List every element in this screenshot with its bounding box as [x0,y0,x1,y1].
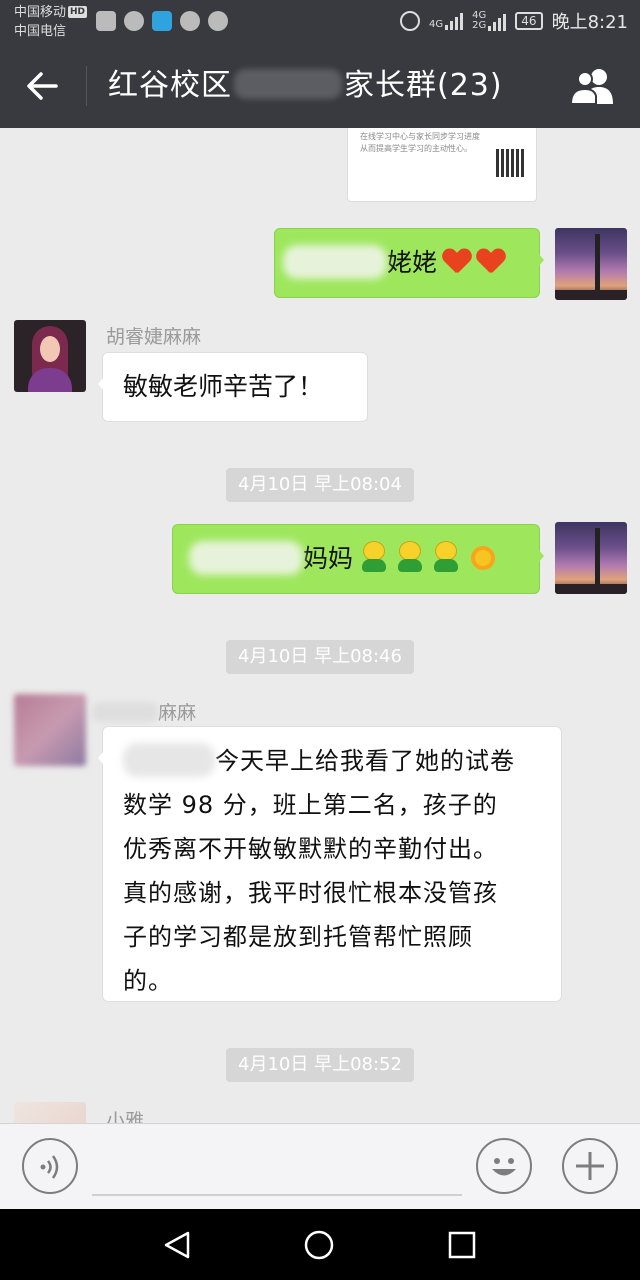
plus-icon[interactable] [562,1138,618,1194]
network-type-3: 2G [472,20,487,31]
message-input[interactable] [92,1194,462,1196]
avatar[interactable] [14,694,86,766]
shared-card[interactable]: 在线学习中心与家长同步学习进度 从而提高学生学习的主动性心。 [347,128,537,202]
avatar[interactable] [555,228,627,300]
card-line: 从而提高学生学习的主动性心。 [360,144,472,153]
status-bar: 中国移动 HD 中国电信 4G 4G 2G 46 晚上8:21 [0,0,640,44]
redacted-region [283,245,387,279]
smiley-emoji-icon [431,541,461,573]
message-text: 今天早上给我看了她的试卷 数学 98 分，班上第二名，孩子的 优秀离不开敏敏默默… [123,739,547,1003]
nav-home-icon[interactable] [302,1228,336,1262]
chat-messages[interactable]: 在线学习中心与家长同步学习进度 从而提高学生学习的主动性心。 姥姥 胡睿婕麻麻 … [0,128,640,1123]
carrier-2: 中国电信 [14,24,67,39]
carrier-info: 中国移动 HD 中国电信 [14,3,88,41]
telegram-icon [152,11,172,31]
heart-emoji-icon [443,249,471,275]
network-type-1: 4G [429,19,444,30]
chat-icon [208,11,228,31]
outgoing-message[interactable]: 妈妈 [172,524,544,594]
notification-icons [96,11,228,31]
briefcase-icon [96,11,116,31]
redacted-region [234,69,342,99]
redacted-region [123,743,215,777]
sender-name: 胡睿婕麻麻 [106,326,202,348]
smiley-emoji-icon [359,541,389,573]
timestamp: 4月10日 早上08:04 [0,468,640,502]
incoming-message[interactable]: 今天早上给我看了她的试卷 数学 98 分，班上第二名，孩子的 优秀离不开敏敏默默… [98,726,562,1003]
hd-badge: HD [68,6,88,18]
card-line: 在线学习中心与家长同步学习进度 [360,132,480,141]
redacted-region [92,702,158,722]
data-transfer-icon [124,11,144,31]
alarm-icon [400,11,421,31]
avatar[interactable] [14,1102,86,1123]
group-icon[interactable] [568,66,618,106]
qr-code-icon [496,149,524,177]
battery-icon: 46 [515,12,543,30]
message-text: 姥姥 [387,248,438,277]
smiley-emoji-icon [395,541,425,573]
carrier-1: 中国移动 [14,5,67,20]
sun-emoji-icon [469,544,497,572]
avatar[interactable] [14,320,86,392]
status-right: 4G 4G 2G 46 晚上8:21 [400,8,628,34]
voice-icon[interactable] [22,1138,78,1194]
sender-name: 小雅 [106,1110,145,1123]
redacted-region [189,541,303,575]
incoming-message[interactable]: 敏敏老师辛苦了！ [98,352,368,422]
signal-1: 4G [429,12,464,30]
sender-name: 麻麻 [92,698,196,725]
message-text: 敏敏老师辛苦了！ [123,372,324,401]
outgoing-message[interactable]: 姥姥 [274,228,544,298]
chat-title: 红谷校区 家长群(23) [108,68,503,104]
title-prefix: 红谷校区 [108,68,232,103]
arrow-left-icon[interactable] [22,66,62,106]
heart-emoji-icon [477,249,505,275]
header-divider [86,66,87,106]
emoji-icon[interactable] [476,1138,532,1194]
timestamp: 4月10日 早上08:52 [0,1048,640,1082]
clock: 晚上8:21 [551,12,628,33]
message-text: 妈妈 [303,544,354,573]
cloud-icon [180,11,200,31]
nav-recents-icon[interactable] [446,1229,478,1261]
nav-back-icon[interactable] [160,1229,194,1261]
input-bar [0,1123,640,1209]
signal-bars-icon [445,12,464,30]
signal-2: 4G 2G [472,11,507,31]
title-suffix: 家长群(23) [344,68,503,103]
chat-header: 红谷校区 家长群(23) [0,44,640,128]
nav-bar [0,1209,640,1280]
signal-bars-icon [488,13,507,31]
timestamp: 4月10日 早上08:46 [0,640,640,674]
avatar[interactable] [555,522,627,594]
